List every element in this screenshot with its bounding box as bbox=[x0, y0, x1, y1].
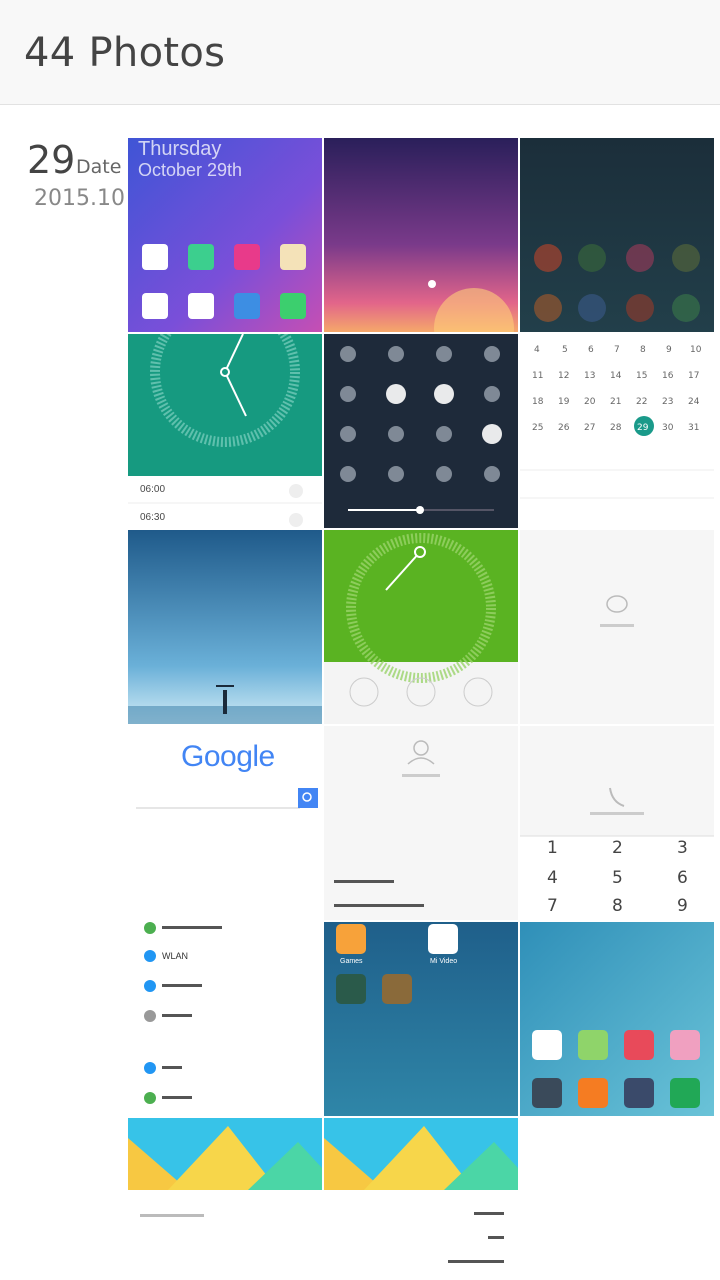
svg-text:28: 28 bbox=[610, 423, 622, 433]
dial-pad: 1 2 3 4 5 6 7 8 9 bbox=[547, 838, 688, 916]
svg-text:22: 22 bbox=[636, 397, 647, 407]
svg-text:6: 6 bbox=[588, 345, 594, 355]
photo-thumbnail[interactable] bbox=[520, 138, 714, 332]
svg-text:12: 12 bbox=[558, 371, 569, 381]
photo-thumbnail[interactable] bbox=[128, 1118, 322, 1280]
tile-text: October 29th bbox=[138, 160, 243, 180]
date-day: 29 bbox=[27, 138, 76, 182]
svg-text:8: 8 bbox=[640, 345, 646, 355]
page-title: 44 Photos bbox=[24, 30, 226, 76]
date-day-label: Date bbox=[76, 156, 122, 178]
photo-thumbnail[interactable] bbox=[128, 530, 322, 724]
photo-thumbnail[interactable]: Google bbox=[128, 726, 322, 920]
photo-thumbnail[interactable]: 1 2 3 4 5 6 7 8 9 bbox=[520, 726, 714, 920]
photo-thumbnail[interactable] bbox=[324, 1118, 518, 1280]
app-header: 44 Photos bbox=[0, 0, 720, 105]
photo-thumbnail[interactable]: Games Mi Video bbox=[324, 922, 518, 1116]
tile-text: WLAN bbox=[162, 951, 189, 961]
photo-thumbnail[interactable] bbox=[324, 334, 518, 528]
photo-thumbnail[interactable]: Thursday October 29th bbox=[128, 138, 322, 332]
svg-text:27: 27 bbox=[584, 423, 595, 433]
photo-thumbnail[interactable]: WLAN bbox=[128, 922, 322, 1116]
photo-thumbnail[interactable] bbox=[520, 530, 714, 724]
alarm-time: 06:30 bbox=[140, 512, 166, 523]
svg-text:26: 26 bbox=[558, 423, 570, 433]
svg-text:31: 31 bbox=[688, 423, 699, 433]
svg-text:16: 16 bbox=[662, 371, 674, 381]
svg-text:30: 30 bbox=[662, 423, 674, 433]
svg-text:25: 25 bbox=[532, 423, 543, 433]
svg-text:23: 23 bbox=[662, 397, 673, 407]
alarm-time: 06:00 bbox=[140, 484, 166, 495]
svg-text:20: 20 bbox=[584, 397, 596, 407]
svg-text:18: 18 bbox=[532, 397, 544, 407]
google-logo: Google bbox=[181, 740, 275, 773]
svg-text:9: 9 bbox=[666, 345, 672, 355]
photo-thumbnail[interactable] bbox=[520, 922, 714, 1116]
date-year-month: 2015.10 bbox=[34, 186, 125, 211]
svg-text:10: 10 bbox=[690, 345, 702, 355]
svg-text:4: 4 bbox=[534, 345, 540, 355]
svg-text:24: 24 bbox=[688, 397, 700, 407]
photo-thumbnail[interactable] bbox=[324, 530, 518, 724]
svg-text:11: 11 bbox=[532, 371, 543, 381]
svg-text:15: 15 bbox=[636, 371, 647, 381]
photo-thumbnail[interactable] bbox=[324, 138, 518, 332]
photo-thumbnail[interactable] bbox=[324, 726, 518, 920]
photo-thumbnail[interactable]: 4 5 6 7 8 9 10 11 12 13 14 15 16 17 18 19 20 21 22 23 24 2… bbox=[520, 334, 714, 528]
photo-thumbnail[interactable]: 06:00 06:30 bbox=[128, 334, 322, 528]
svg-text:13: 13 bbox=[584, 371, 595, 381]
tile-text: Thursday bbox=[138, 138, 222, 160]
svg-text:19: 19 bbox=[558, 397, 570, 407]
tile-text: Mi Video bbox=[430, 958, 458, 965]
svg-text:5: 5 bbox=[562, 345, 568, 355]
svg-text:21: 21 bbox=[610, 397, 621, 407]
svg-text:14: 14 bbox=[610, 371, 622, 381]
svg-text:7: 7 bbox=[614, 345, 620, 355]
svg-text:17: 17 bbox=[688, 371, 699, 381]
svg-text:29: 29 bbox=[637, 423, 649, 433]
tile-text: Games bbox=[340, 958, 363, 965]
